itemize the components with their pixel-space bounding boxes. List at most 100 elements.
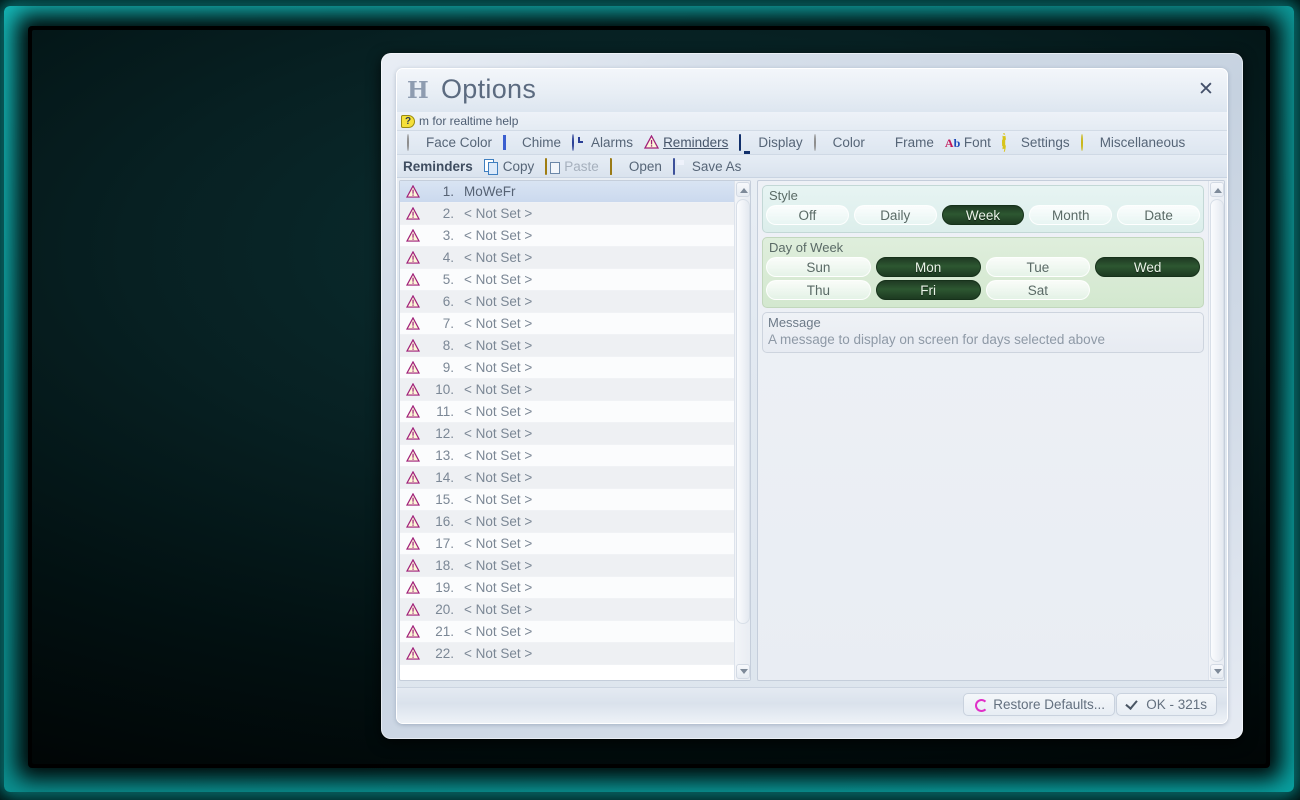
message-group[interactable]: Message A message to display on screen f… [762, 312, 1204, 353]
reminder-row-value: < Not Set > [464, 360, 533, 375]
day-toggle-thu[interactable]: Thu [766, 280, 871, 300]
day-of-week-row-2: Thu Fri Sat [766, 280, 1200, 300]
day-toggle-wed[interactable]: Wed [1095, 257, 1200, 277]
reminder-row[interactable]: 1. MoWeFr [400, 181, 734, 203]
reminder-row[interactable]: 11. < Not Set > [400, 401, 734, 423]
reminder-row[interactable]: 15. < Not Set > [400, 489, 734, 511]
reminder-list-panel: 1. MoWeFr 2. < Not Set > 3. < Not Set > 4. < No… [399, 180, 751, 681]
day-of-week-group-title: Day of Week [769, 240, 844, 255]
scrollbar-thumb[interactable] [736, 199, 750, 624]
tab-label: Frame [894, 135, 934, 150]
app-logo-icon: H [407, 77, 429, 104]
reminder-row[interactable]: 13. < Not Set > [400, 445, 734, 467]
ok-button-label: OK - 321s [1146, 697, 1207, 712]
style-option-off[interactable]: Off [766, 205, 849, 225]
scrollbar-thumb[interactable] [1210, 199, 1224, 662]
reminder-row[interactable]: 2. < Not Set > [400, 203, 734, 225]
paste-icon [545, 157, 560, 175]
frame-icon [876, 135, 891, 150]
category-tab-row: Face Color Chime Alarms Reminders Displa… [397, 131, 1227, 155]
scroll-down-icon[interactable] [736, 664, 750, 679]
close-icon[interactable]: ✕ [1193, 78, 1219, 102]
save-as-button[interactable]: Save As [669, 156, 746, 177]
reminder-row[interactable]: 18. < Not Set > [400, 555, 734, 577]
tab-label: Miscellaneous [1099, 135, 1186, 150]
options-dialog-inner: H Options ✕ ? m for realtime help Face C… [396, 68, 1228, 724]
reminder-row-value: < Not Set > [464, 272, 533, 287]
action-label: Save As [691, 158, 742, 174]
reminder-row-number: 15. [435, 492, 454, 507]
reminder-row-value: < Not Set > [464, 580, 533, 595]
reminder-row[interactable]: 6. < Not Set > [400, 291, 734, 313]
style-option-week[interactable]: Week [941, 205, 1025, 225]
tab-label: Display [758, 135, 803, 150]
tab-face-color[interactable]: Face Color [403, 132, 496, 154]
day-toggle-sun[interactable]: Sun [766, 257, 871, 277]
reminder-detail-panel: Style Off Daily Week Month Date Day of W… [757, 180, 1225, 681]
help-text: m for realtime help [419, 114, 519, 128]
reminder-row[interactable]: 22. < Not Set > [400, 643, 734, 665]
tab-frame[interactable]: Frame [872, 132, 938, 154]
tab-settings[interactable]: Settings [998, 132, 1074, 154]
flower-gear-icon [1080, 134, 1096, 151]
reminder-row[interactable]: 17. < Not Set > [400, 533, 734, 555]
tab-color[interactable]: Color [810, 132, 869, 154]
action-label: Copy [502, 158, 535, 174]
reminder-row-number: 11. [436, 404, 454, 419]
copy-icon [484, 159, 499, 174]
detail-scrollbar[interactable] [1208, 181, 1224, 680]
tab-display[interactable]: Display [735, 132, 806, 154]
reminder-row[interactable]: 10. < Not Set > [400, 379, 734, 401]
style-option-month[interactable]: Month [1029, 205, 1113, 225]
tab-font[interactable]: Ab Font [941, 132, 995, 154]
style-option-daily[interactable]: Daily [853, 205, 937, 225]
action-row-title: Reminders [403, 158, 473, 174]
day-toggle-tue[interactable]: Tue [985, 257, 1091, 277]
day-toggle-fri[interactable]: Fri [875, 280, 981, 300]
reminder-row-number: 16. [435, 514, 454, 529]
style-group-title: Style [769, 188, 798, 203]
reminder-row[interactable]: 5. < Not Set > [400, 269, 734, 291]
tab-reminders[interactable]: Reminders [640, 132, 732, 154]
tab-alarms[interactable]: Alarms [568, 132, 637, 154]
reminder-row[interactable]: 7. < Not Set > [400, 313, 734, 335]
reminder-row[interactable]: 21. < Not Set > [400, 621, 734, 643]
reminder-row-number: 12. [435, 426, 454, 441]
reminder-row[interactable]: 3. < Not Set > [400, 225, 734, 247]
reminder-row[interactable]: 20. < Not Set > [400, 599, 734, 621]
tab-miscellaneous[interactable]: Miscellaneous [1077, 132, 1190, 154]
reminder-row[interactable]: 14. < Not Set > [400, 467, 734, 489]
dialog-footer: Restore Defaults... OK - 321s [397, 687, 1227, 723]
reminder-row[interactable]: 12. < Not Set > [400, 423, 734, 445]
reminder-row[interactable]: 4. < Not Set > [400, 247, 734, 269]
day-toggle-sat[interactable]: Sat [985, 280, 1091, 300]
reminder-row-number: 4. [442, 250, 454, 265]
open-button[interactable]: Open [606, 156, 666, 177]
reminder-list[interactable]: 1. MoWeFr 2. < Not Set > 3. < Not Set > 4. < No… [400, 181, 734, 680]
help-icon[interactable]: ? [401, 115, 415, 128]
copy-button[interactable]: Copy [480, 156, 539, 177]
scroll-down-icon[interactable] [1210, 664, 1224, 679]
restore-defaults-button[interactable]: Restore Defaults... [963, 693, 1115, 716]
scroll-up-icon[interactable] [736, 182, 750, 197]
scroll-up-icon[interactable] [1210, 182, 1224, 197]
reminder-row-value: < Not Set > [464, 602, 533, 617]
tab-label: Chime [522, 135, 562, 150]
reminder-row[interactable]: 19. < Not Set > [400, 577, 734, 599]
reminder-row[interactable]: 16. < Not Set > [400, 511, 734, 533]
reminder-row-value: < Not Set > [464, 492, 533, 507]
restore-icon [973, 697, 988, 712]
message-input[interactable]: A message to display on screen for days … [768, 332, 1199, 347]
reminder-row[interactable]: 8. < Not Set > [400, 335, 734, 357]
reminder-row-number: 10. [435, 382, 454, 397]
reminder-row-value: < Not Set > [464, 536, 533, 551]
paste-button[interactable]: Paste [541, 156, 603, 177]
tab-chime[interactable]: Chime [499, 132, 565, 154]
reminder-row-number: 5. [442, 272, 454, 287]
ok-button[interactable]: OK - 321s [1116, 693, 1217, 716]
day-toggle-mon[interactable]: Mon [875, 257, 981, 277]
title-bar: H Options ✕ [397, 69, 1227, 112]
reminder-list-scrollbar[interactable] [734, 181, 750, 680]
style-option-date[interactable]: Date [1117, 205, 1200, 225]
reminder-row[interactable]: 9. < Not Set > [400, 357, 734, 379]
